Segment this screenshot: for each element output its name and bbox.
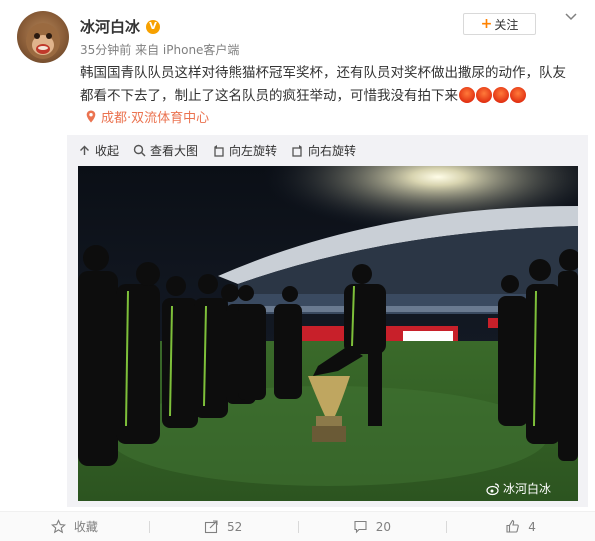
like-button[interactable]: 4 [446, 519, 595, 534]
location-pin-icon [86, 110, 96, 123]
post-meta: 35分钟前 来自 iPhone客户端 [80, 41, 239, 58]
plus-icon: + [480, 16, 493, 32]
post-time[interactable]: 35分钟前 [80, 43, 131, 57]
post-photo[interactable] [78, 166, 578, 501]
weibo-logo-icon [486, 482, 500, 495]
rotate-right-label: 向右旋转 [308, 144, 357, 158]
rotate-right-button[interactable]: 向右旋转 [291, 142, 356, 159]
rotate-left-button[interactable]: 向左旋转 [212, 142, 277, 159]
post-text: 韩国国青队队员这样对待熊猫杯冠军奖杯，还有队员对奖杯做出撒尿的动作，队友都看不下… [80, 62, 570, 108]
view-large-label: 查看大图 [150, 144, 199, 158]
search-icon [133, 144, 146, 157]
location-text: 成都·双流体育中心 [101, 111, 210, 126]
angry-emoji-icon [476, 87, 492, 103]
post-source: 来自 iPhone客户端 [135, 43, 240, 57]
rotate-right-icon [292, 145, 303, 157]
follow-label: 关注 [494, 17, 519, 32]
arrow-up-icon [80, 145, 89, 155]
comment-button[interactable]: 20 [297, 519, 447, 534]
repost-button[interactable]: 52 [148, 519, 298, 534]
rotate-left-label: 向左旋转 [229, 144, 278, 158]
rotate-left-icon [214, 145, 224, 157]
photo-watermark: 冰河白冰 [486, 480, 551, 497]
comment-count: 20 [375, 519, 392, 534]
follow-button[interactable]: + 关注 [463, 13, 536, 35]
monkey-avatar-icon [26, 23, 60, 59]
collapse-label: 收起 [95, 144, 120, 158]
repost-count: 52 [226, 519, 243, 534]
favorite-label: 收藏 [73, 520, 98, 534]
star-icon [50, 519, 66, 534]
username-row: 冰河白冰 V [80, 16, 161, 37]
action-bar: 收藏 52 20 4 [0, 511, 595, 541]
thumbs-up-icon [506, 519, 520, 533]
angry-emoji-icon [510, 87, 526, 103]
comment-icon [354, 520, 367, 534]
view-large-button[interactable]: 查看大图 [133, 142, 198, 159]
location-link[interactable]: 成都·双流体育中心 [86, 107, 209, 126]
angry-emoji-icon [459, 87, 475, 103]
collapse-button[interactable]: 收起 [78, 142, 119, 159]
angry-emoji-icon [493, 87, 509, 103]
username[interactable]: 冰河白冰 [80, 16, 140, 37]
chevron-down-icon[interactable] [564, 10, 578, 24]
like-count: 4 [528, 519, 536, 534]
watermark-text: 冰河白冰 [503, 482, 552, 496]
share-icon [204, 520, 218, 534]
verified-badge-icon: V [146, 19, 161, 34]
avatar[interactable] [17, 11, 69, 63]
media-toolbar: 收起 查看大图 向左旋转 向右旋转 [78, 142, 356, 159]
favorite-button[interactable]: 收藏 [0, 518, 149, 535]
stadium-photo [78, 166, 578, 501]
